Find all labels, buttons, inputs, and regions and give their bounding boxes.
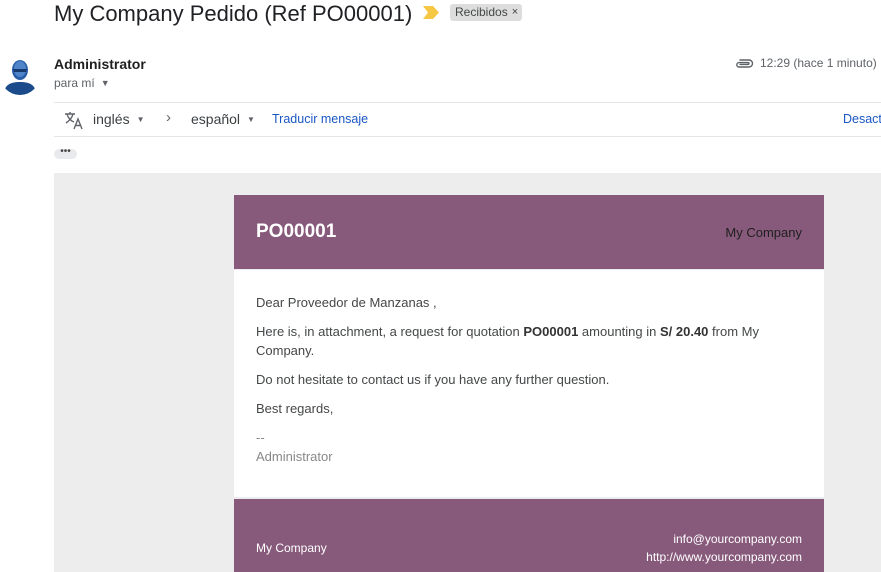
recipient-text: para mí	[54, 76, 95, 90]
target-language-label: español	[191, 111, 241, 127]
order-amount: S/ 20.40	[659, 324, 709, 339]
important-marker-icon[interactable]	[423, 6, 439, 19]
dropdown-caret-icon: ▼	[247, 114, 255, 124]
ellipsis-icon[interactable]: •••	[54, 147, 77, 159]
quotation-paragraph: Here is, in attachment, a request for qu…	[256, 324, 759, 358]
footer-email-link[interactable]: info@yourcompany.com	[673, 532, 802, 546]
footer-company-name: My Company	[256, 541, 327, 555]
translate-icon	[65, 112, 83, 130]
source-language-label: inglés	[93, 111, 130, 127]
dropdown-caret-icon[interactable]: ▼	[101, 78, 110, 88]
translate-bar: inglés ▼ › español ▼ Traducir mensaje De…	[54, 102, 881, 137]
chevron-right-icon: ›	[166, 109, 171, 126]
signature-name: Administrator	[256, 449, 333, 464]
greeting-text: Dear Proveedor de Manzanas ,	[256, 295, 437, 310]
sender-name: Administrator	[54, 56, 146, 72]
deactivate-translation-link[interactable]: Desact	[843, 112, 881, 126]
translate-message-link[interactable]: Traducir mensaje	[272, 112, 368, 126]
footer-website-link[interactable]: http://www.yourcompany.com	[646, 550, 802, 564]
recipient-details[interactable]: para mí ▼	[54, 76, 110, 90]
email-card-header: PO00001 My Company	[234, 195, 824, 269]
label-chip-inbox[interactable]: Recibidos ×	[450, 4, 523, 21]
avatar[interactable]	[0, 55, 40, 95]
email-card-footer: My Company info@yourcompany.com http://w…	[234, 499, 824, 572]
label-text: Recibidos	[455, 5, 508, 19]
dropdown-caret-icon: ▼	[136, 114, 145, 124]
email-card-body: Dear Proveedor de Manzanas , Here is, in…	[234, 270, 824, 497]
attachment-icon	[736, 59, 754, 68]
person-icon	[0, 55, 40, 95]
source-language-select[interactable]: inglés ▼	[93, 111, 145, 127]
order-reference-title: PO00001	[256, 221, 337, 242]
remove-label-icon[interactable]: ×	[512, 4, 518, 21]
target-language-select[interactable]: español ▼	[191, 111, 255, 127]
signature-separator: --	[256, 430, 265, 445]
order-reference: PO00001	[523, 324, 579, 339]
timestamp: 12:29 (hace 1 minuto)	[760, 56, 877, 70]
closing-text: Best regards,	[256, 401, 334, 416]
contact-paragraph: Do not hesitate to contact us if you hav…	[256, 372, 610, 387]
header-company-name: My Company	[725, 225, 802, 240]
email-subject: My Company Pedido (Ref PO00001)	[54, 1, 413, 26]
